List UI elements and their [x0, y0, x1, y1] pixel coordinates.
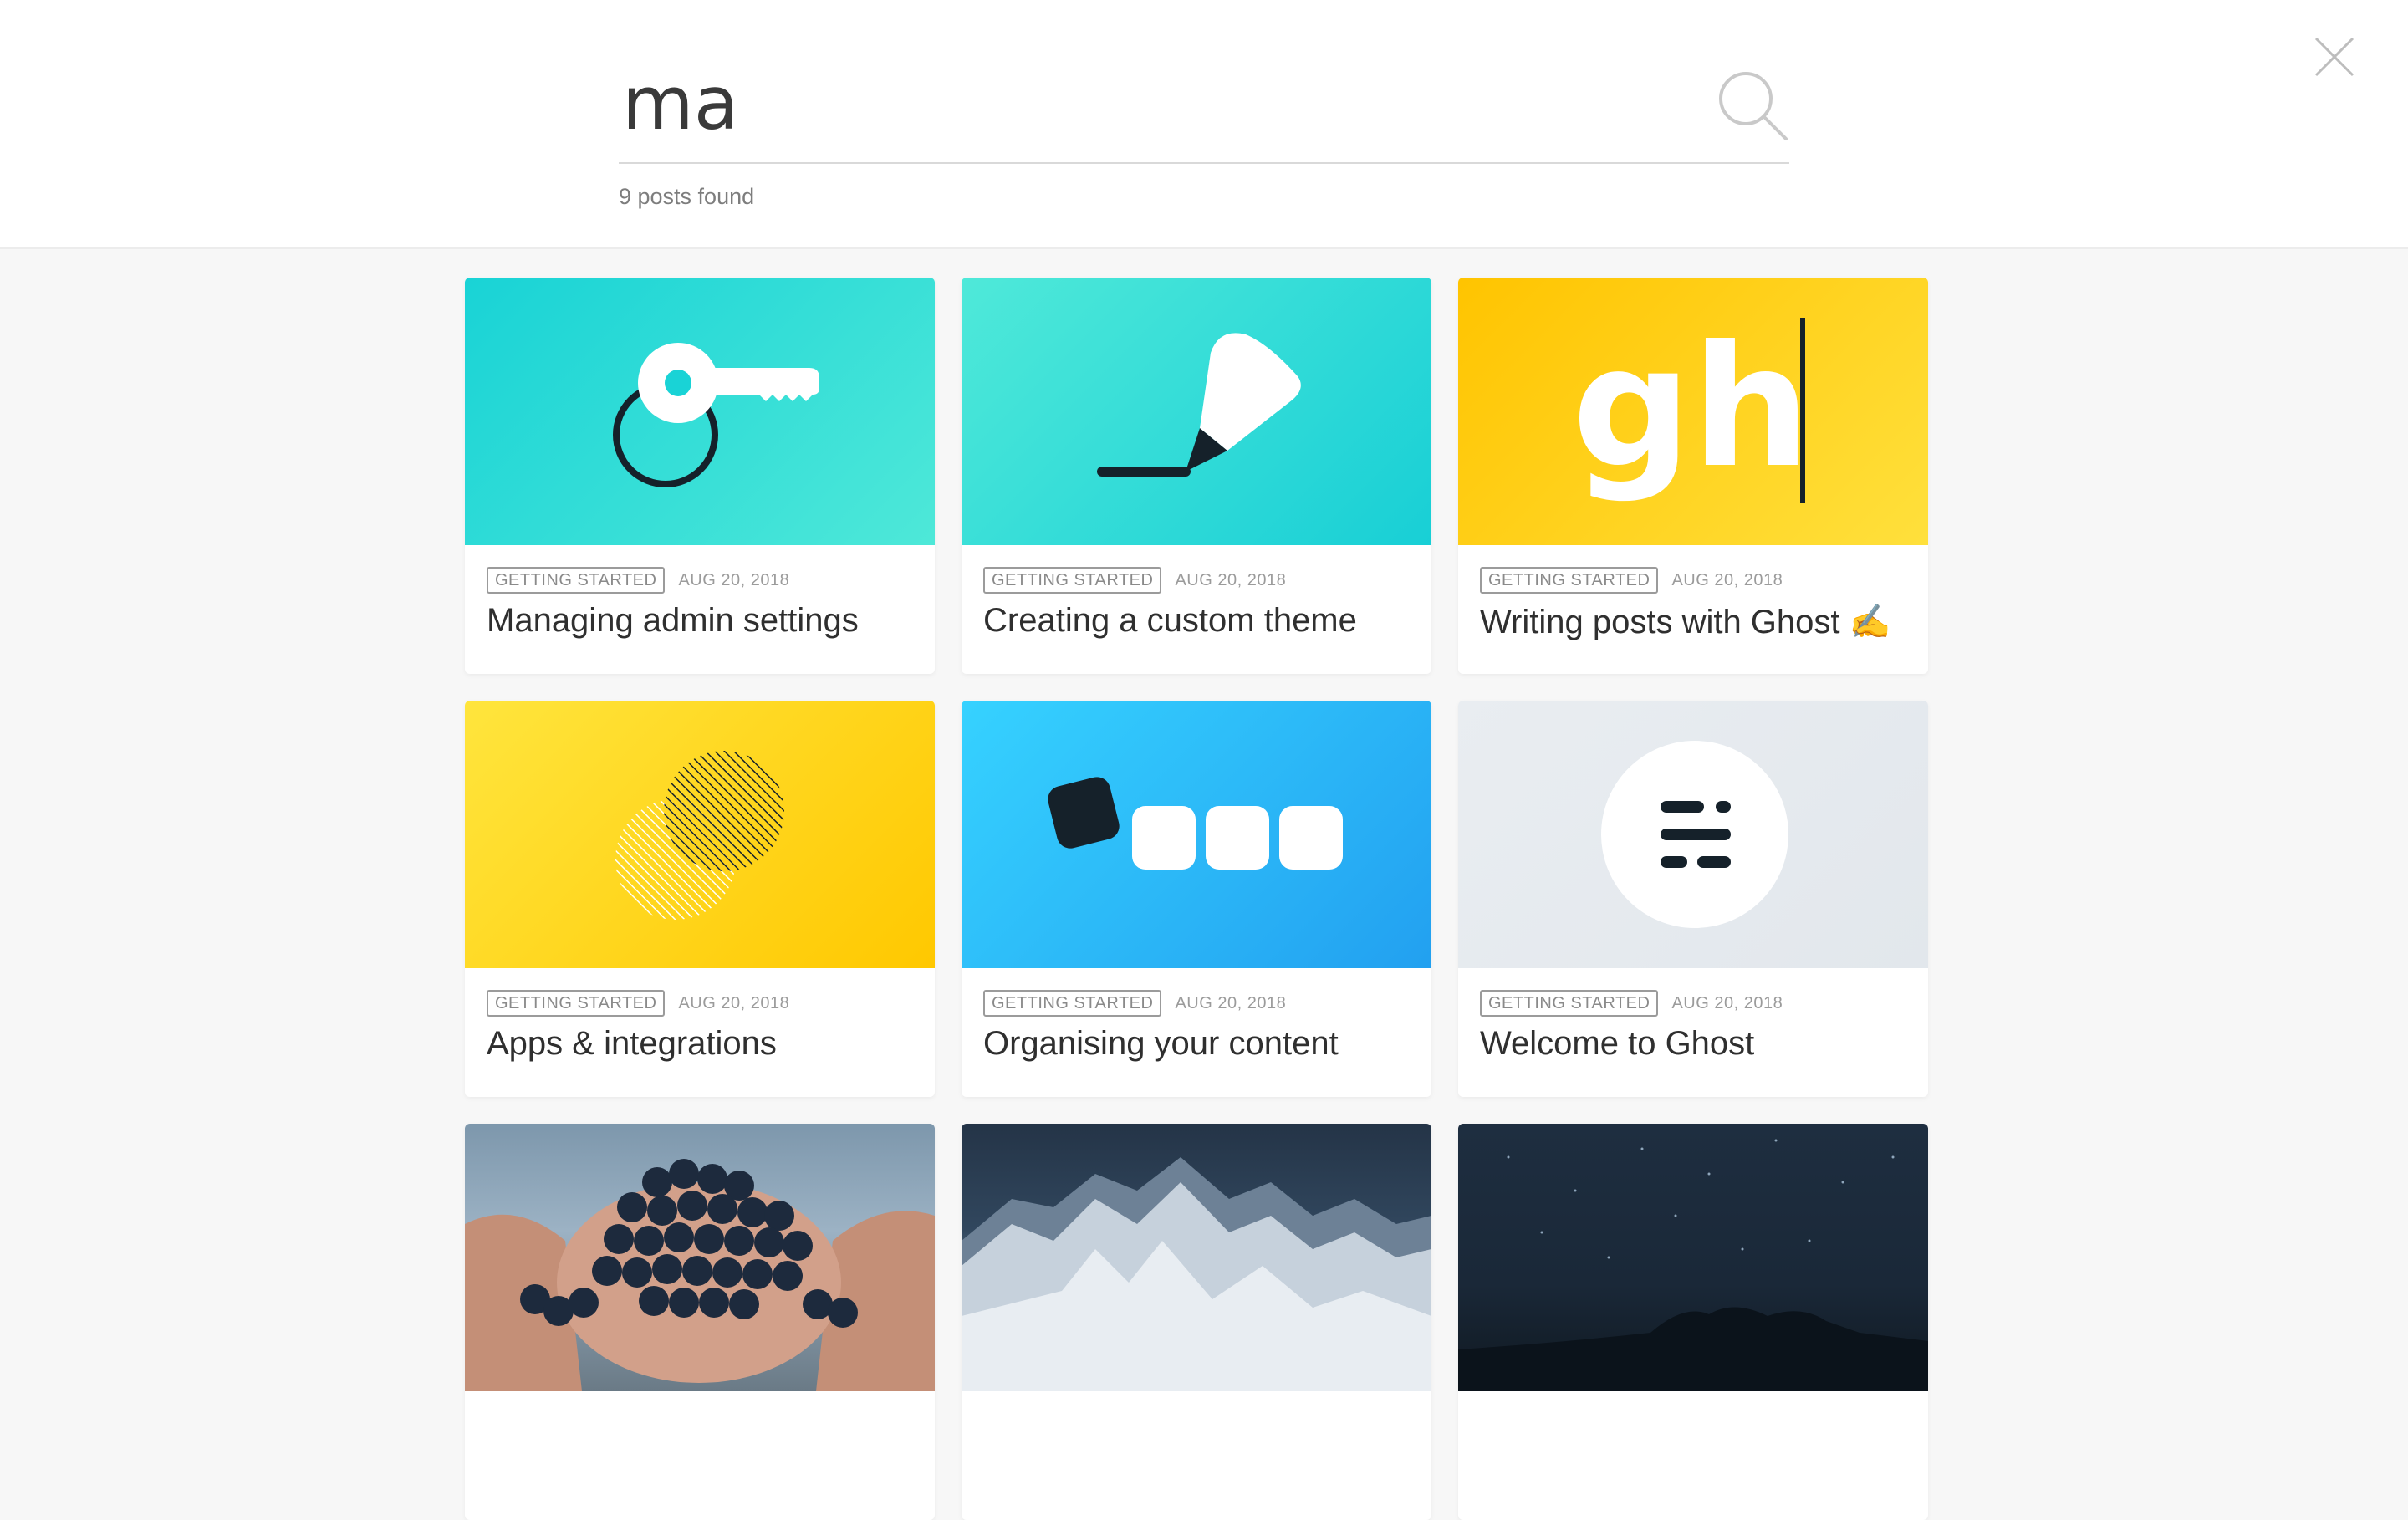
post-card[interactable]: GETTING STARTED AUG 20, 2018 Creating a … — [962, 278, 1431, 674]
night-sky-photo — [1458, 1124, 1928, 1391]
tag-blocks-graphic — [962, 701, 1431, 968]
post-title[interactable]: Welcome to Ghost — [1480, 1025, 1754, 1063]
search-box — [619, 50, 1789, 164]
post-card[interactable]: GETTING STARTED AUG 20, 2018 Organising … — [962, 701, 1431, 1097]
post-title[interactable]: Organising your content — [983, 1025, 1339, 1063]
search-icon[interactable] — [1712, 65, 1793, 145]
post-date: AUG 20, 2018 — [1671, 993, 1783, 1012]
post-tag[interactable]: GETTING STARTED — [983, 567, 1162, 594]
post-date: AUG 20, 2018 — [1175, 993, 1287, 1012]
post-date: AUG 20, 2018 — [678, 993, 790, 1012]
post-meta: GETTING STARTED AUG 20, 2018 — [983, 990, 1286, 1017]
post-card[interactable]: gh GETTING STARTED AUG 20, 2018 Writing … — [1458, 278, 1928, 674]
post-tag[interactable]: GETTING STARTED — [1480, 567, 1659, 594]
post-meta: GETTING STARTED AUG 20, 2018 — [1480, 990, 1783, 1017]
post-tag[interactable]: GETTING STARTED — [983, 990, 1162, 1017]
gh-graphic-text: gh — [1572, 310, 1811, 505]
key-icon — [465, 278, 935, 545]
post-card[interactable]: GETTING STARTED AUG 20, 2018 Managing ad… — [465, 278, 935, 674]
post-card[interactable]: GETTING STARTED AUG 20, 2018 Apps & inte… — [465, 701, 935, 1097]
grapes-photo — [465, 1124, 935, 1391]
post-card[interactable]: GETTING STARTED AUG 20, 2018 Welcome to … — [1458, 701, 1928, 1097]
post-tag[interactable]: GETTING STARTED — [1480, 990, 1659, 1017]
search-results-grid: GETTING STARTED AUG 20, 2018 Managing ad… — [465, 278, 1930, 1520]
marker-icon — [962, 278, 1431, 545]
post-tag[interactable]: GETTING STARTED — [487, 567, 666, 594]
post-meta: GETTING STARTED AUG 20, 2018 — [1480, 567, 1783, 594]
post-card[interactable] — [1458, 1124, 1928, 1520]
post-date: AUG 20, 2018 — [1671, 570, 1783, 589]
post-card[interactable] — [465, 1124, 935, 1520]
post-title[interactable]: Managing admin settings — [487, 602, 859, 640]
post-title[interactable]: Apps & integrations — [487, 1025, 777, 1063]
post-title[interactable]: Writing posts with Ghost ✍️ — [1480, 602, 1890, 641]
post-date: AUG 20, 2018 — [1175, 570, 1287, 589]
search-input[interactable] — [619, 57, 1676, 149]
results-count: 9 posts found — [619, 184, 755, 209]
gh-cursor-graphic: gh — [1458, 278, 1928, 545]
close-icon[interactable] — [2313, 35, 2356, 79]
post-date: AUG 20, 2018 — [678, 570, 790, 589]
search-header: 9 posts found — [0, 0, 2408, 249]
ghost-logo-icon — [1458, 701, 1928, 968]
mountain-photo — [962, 1124, 1431, 1391]
post-meta: GETTING STARTED AUG 20, 2018 — [983, 567, 1286, 594]
post-tag[interactable]: GETTING STARTED — [487, 990, 666, 1017]
post-title[interactable]: Creating a custom theme — [983, 602, 1357, 640]
overlapping-circles-graphic — [465, 701, 935, 968]
post-meta: GETTING STARTED AUG 20, 2018 — [487, 990, 789, 1017]
post-meta: GETTING STARTED AUG 20, 2018 — [487, 567, 789, 594]
post-card[interactable] — [962, 1124, 1431, 1520]
